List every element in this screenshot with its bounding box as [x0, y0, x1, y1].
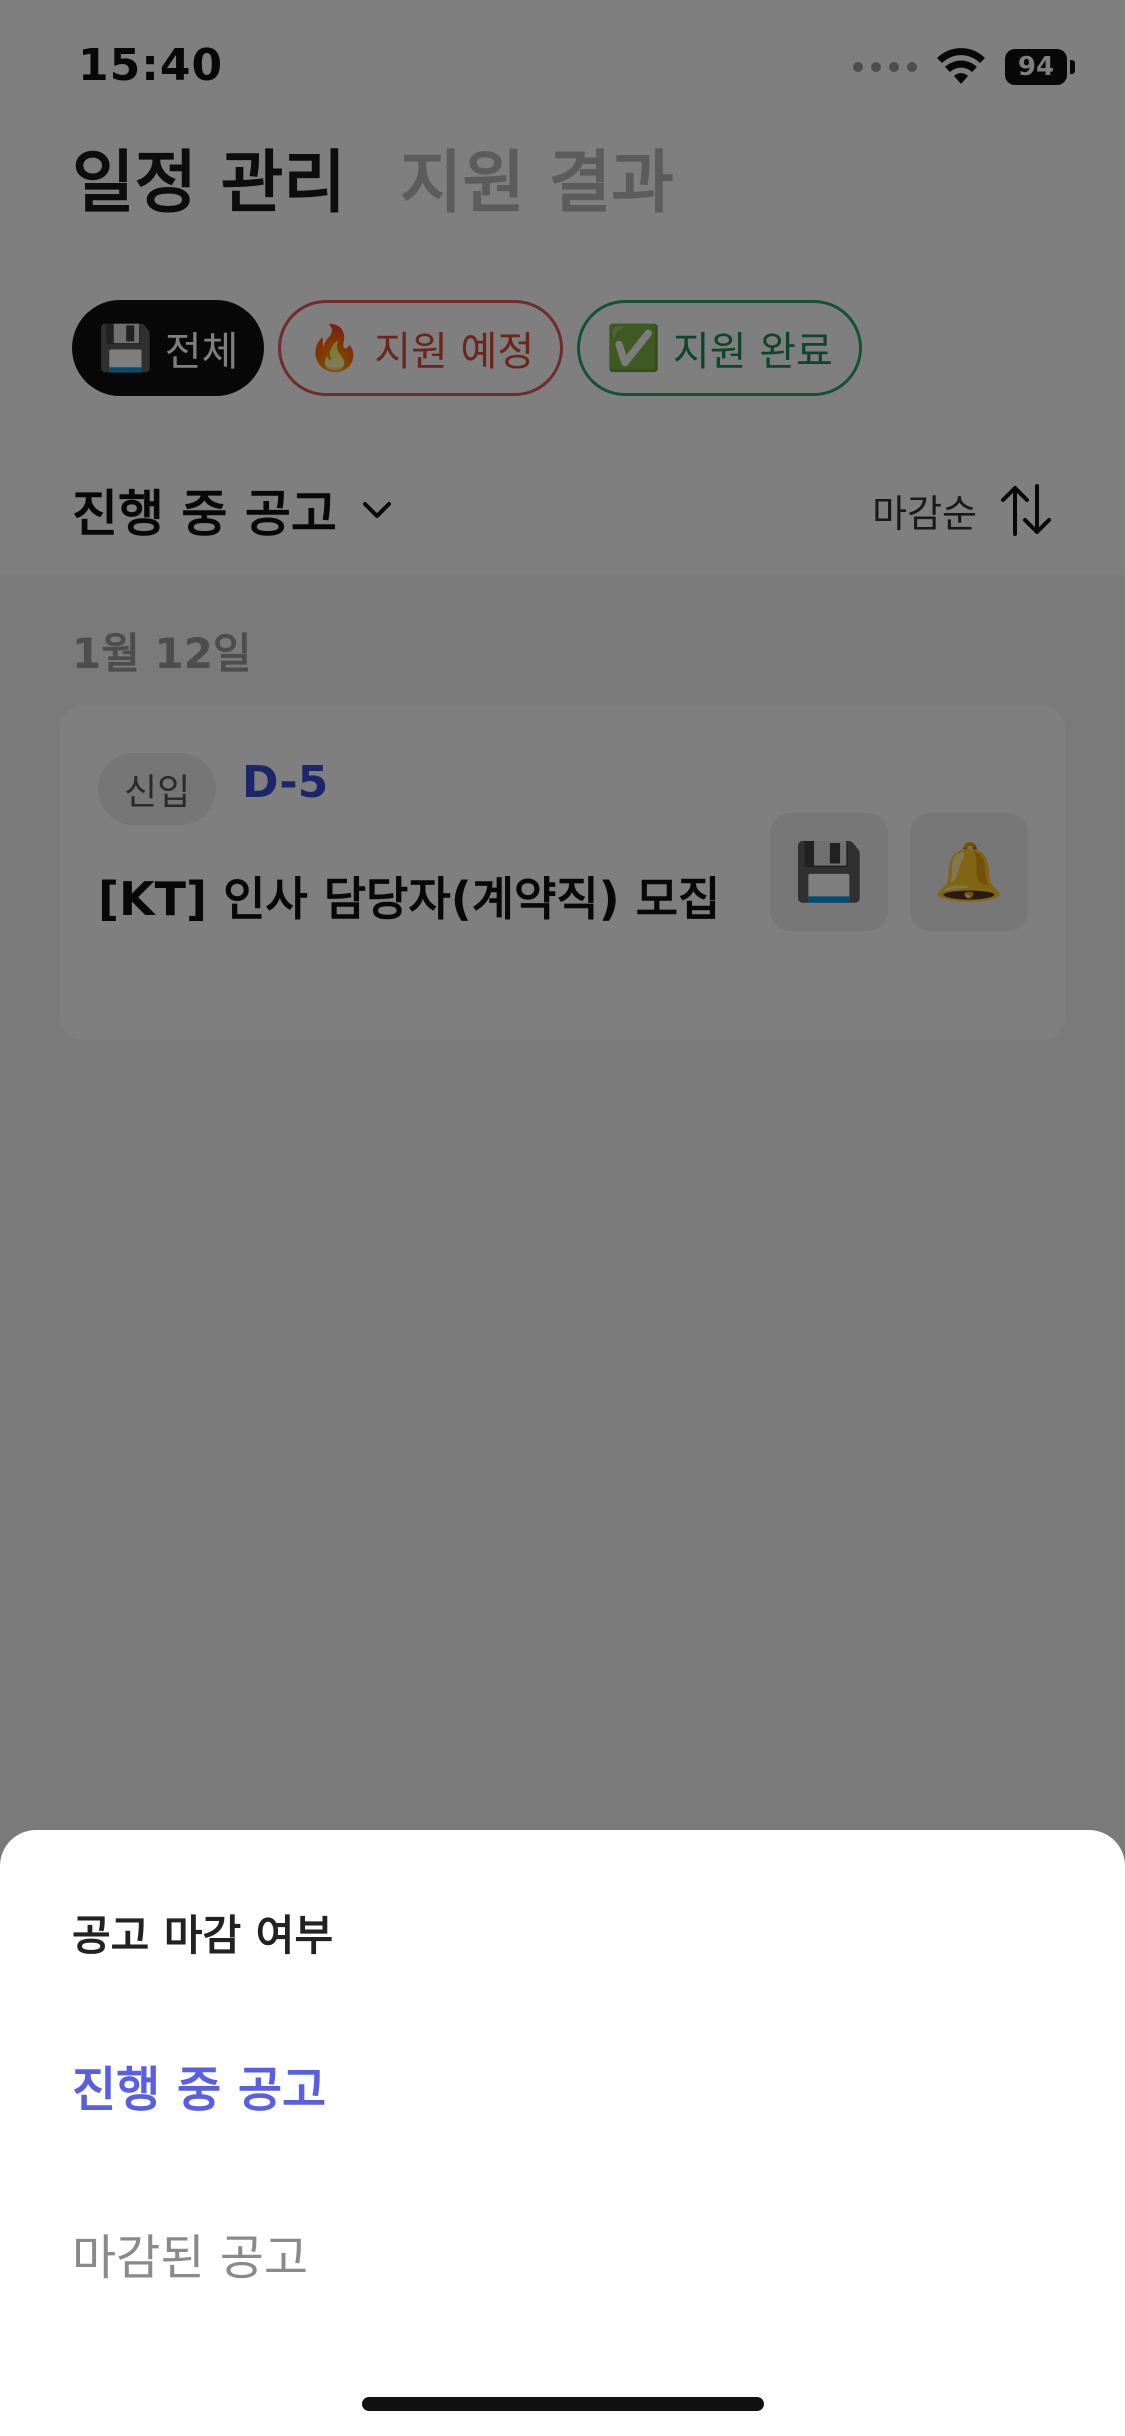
option-closed[interactable]: 마감된 공고 — [72, 2218, 308, 2288]
sheet-title: 공고 마감 여부 — [72, 1911, 334, 1960]
option-in-progress[interactable]: 진행 중 공고 — [72, 2050, 326, 2120]
screen: 15:40 94 일정 관리 지원 결과 💾 전체 🔥 — [0, 0, 1125, 2436]
bottom-sheet: 공고 마감 여부 진행 중 공고 마감된 공고 — [0, 1830, 1125, 2436]
home-indicator — [362, 2397, 764, 2411]
